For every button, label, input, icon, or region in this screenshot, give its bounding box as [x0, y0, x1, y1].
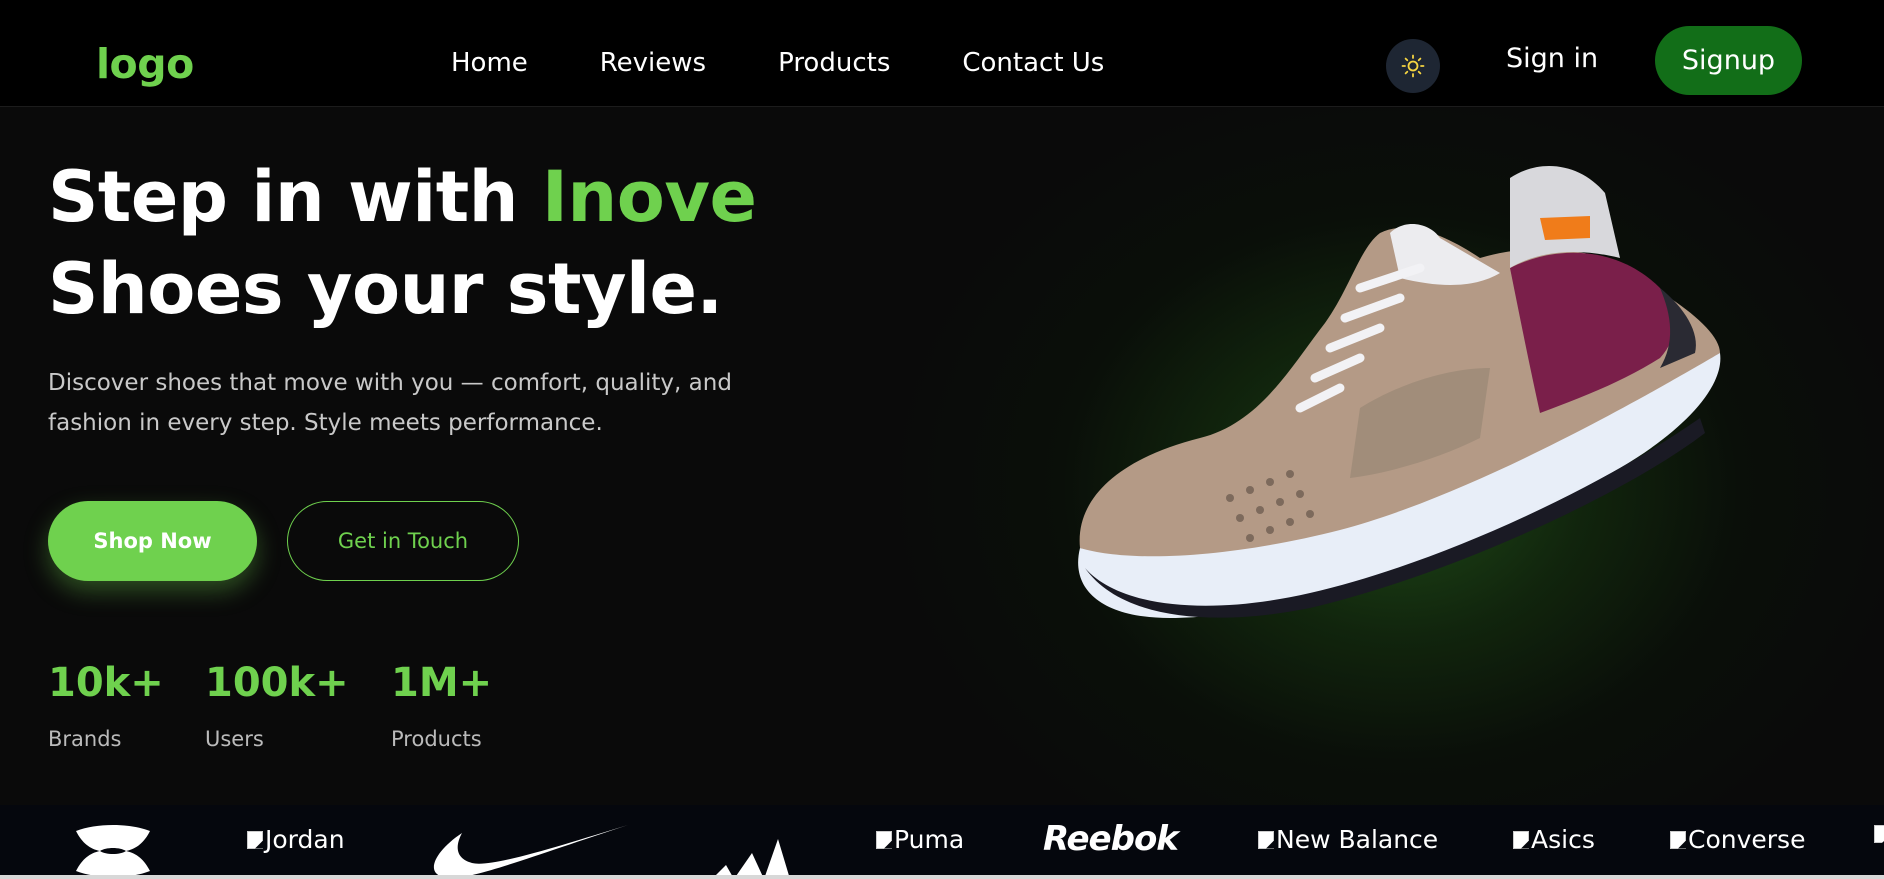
nav-link-products[interactable]: Products — [778, 48, 890, 78]
stat-users: 100k+ Users — [205, 661, 349, 751]
sign-in-link[interactable]: Sign in — [1506, 43, 1598, 74]
stat-label: Users — [205, 727, 264, 751]
brand-label: Converse — [1688, 825, 1806, 854]
brand-new-balance: New Balance — [1258, 825, 1438, 854]
shoe-image — [1078, 166, 1721, 618]
brand-reebok: Reebok — [1043, 819, 1179, 859]
brand-label: Asics — [1531, 825, 1595, 854]
brand-label: New Balance — [1276, 825, 1439, 854]
brand-converse: Converse — [1670, 825, 1805, 854]
nav-link-reviews[interactable]: Reviews — [600, 48, 706, 78]
horizontal-scrollbar[interactable] — [0, 875, 1884, 879]
broken-image-icon — [876, 830, 892, 849]
hero-description: Discover shoes that move with you — comf… — [48, 370, 732, 436]
headline-accent: Inove — [541, 156, 757, 238]
brand-asics: Asics — [1513, 825, 1595, 854]
adidas-logo-icon — [712, 839, 790, 879]
stat-value: 100k+ — [205, 660, 349, 706]
shop-now-button[interactable]: Shop Now — [48, 501, 257, 581]
signup-button[interactable]: Signup — [1655, 26, 1802, 95]
logo[interactable]: logo — [96, 40, 194, 88]
nav-link-home[interactable]: Home — [451, 48, 528, 78]
stat-brands: 10k+ Brands — [48, 661, 164, 751]
brand-jordan: Jordan — [247, 825, 345, 854]
stat-value: 10k+ — [48, 660, 164, 706]
stat-label: Brands — [48, 727, 122, 751]
headline-text: Step in with — [48, 156, 542, 238]
theme-toggle-button[interactable] — [1386, 39, 1440, 93]
broken-image-icon — [247, 830, 263, 849]
hero-headline: Step in with Inove Shoes your style. — [48, 151, 757, 335]
under-armour-logo-icon — [76, 825, 150, 877]
broken-image-icon — [1670, 830, 1686, 849]
stat-label: Products — [391, 727, 482, 751]
nike-swoosh-icon — [433, 825, 628, 878]
broken-image-icon — [1874, 825, 1884, 843]
broken-image-icon — [1513, 830, 1529, 849]
brand-label: Jordan — [265, 825, 345, 854]
stat-value: 1M+ — [391, 660, 493, 706]
hero-section: Step in with Inove Shoes your style. Dis… — [0, 108, 1884, 805]
brand-label: Puma — [894, 825, 965, 854]
broken-image-icon — [1258, 830, 1274, 849]
headline-line-2: Shoes your style. — [48, 248, 723, 330]
sun-icon — [1401, 54, 1425, 78]
nav-link-contact-us[interactable]: Contact Us — [962, 48, 1104, 78]
brand-next — [1874, 825, 1884, 843]
stat-products: 1M+ Products — [391, 661, 492, 751]
brand-puma: Puma — [876, 825, 964, 854]
navbar: logo Home Reviews Products Contact Us Si… — [0, 0, 1884, 107]
brand-strip: Jordan Puma Reebok New Balance Asics Con… — [0, 805, 1884, 879]
brand-label: Reebok — [1043, 819, 1179, 859]
nav-links: Home Reviews Products Contact Us — [451, 48, 1176, 78]
get-in-touch-button[interactable]: Get in Touch — [287, 501, 519, 581]
